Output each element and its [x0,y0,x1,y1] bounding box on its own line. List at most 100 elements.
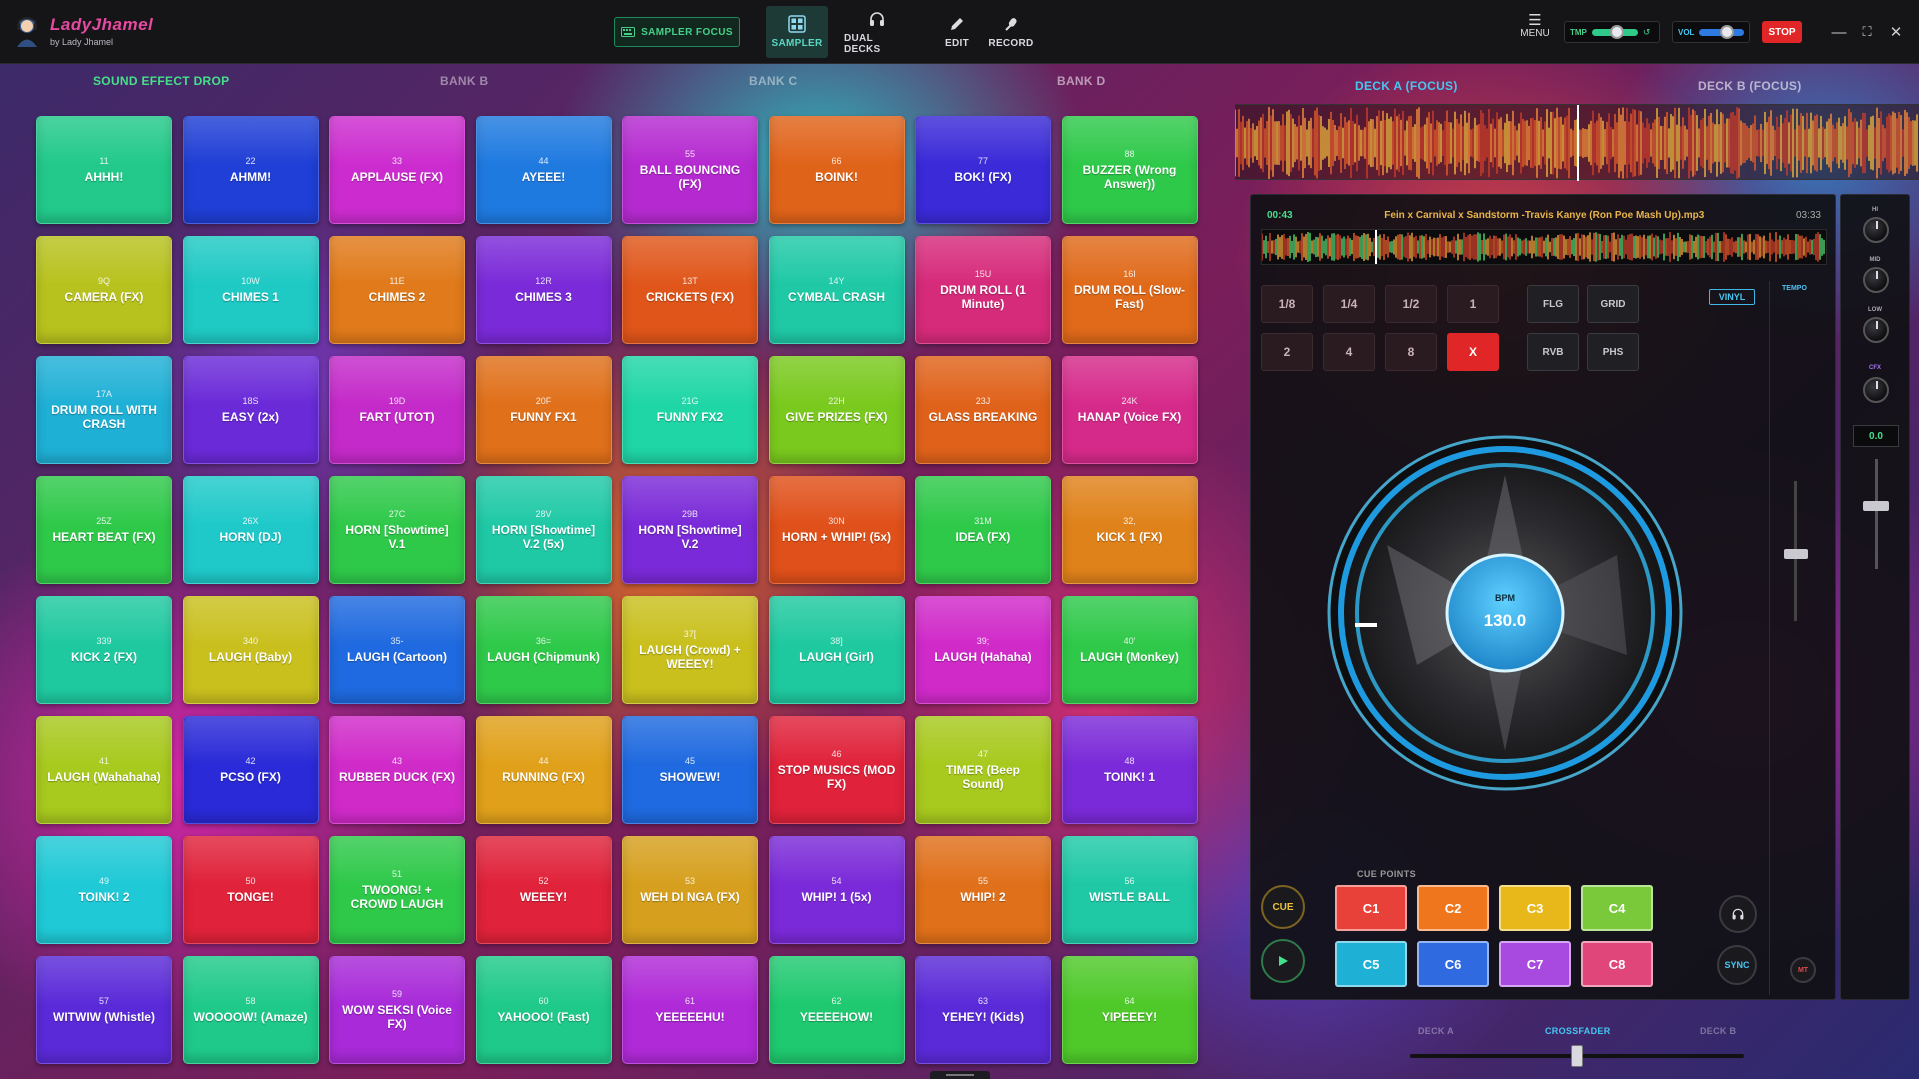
sample-pad[interactable]: 22 AHMM! [182,116,319,224]
sample-pad[interactable]: 51 TWOONG! + CROWD LAUGH [329,836,465,944]
sample-pad[interactable]: 20F FUNNY FX1 [475,356,612,464]
vol-knob[interactable] [1720,24,1735,39]
sample-pad[interactable]: 41 LAUGH (Wahahaha) [36,716,172,824]
tab-bank-b[interactable]: BANK B [440,74,488,88]
cue-point-c4-button[interactable]: C4 [1581,885,1653,931]
sample-pad[interactable]: 62 YEEEEHOW! [768,956,905,1064]
sample-pad[interactable]: 88 BUZZER (Wrong Answer)) [1061,116,1198,224]
sample-pad[interactable]: 11E CHIMES 2 [329,236,465,344]
sample-pad[interactable]: 66 BOINK! [768,116,905,224]
sample-pad[interactable]: 31M IDEA (FX) [915,476,1051,584]
sample-pad[interactable]: 11 AHHH! [36,116,172,224]
sample-pad[interactable]: 19D FART (UTOT) [329,356,465,464]
sample-pad[interactable]: 23J GLASS BREAKING [915,356,1051,464]
sample-pad[interactable]: 33 APPLAUSE (FX) [329,116,465,224]
sample-pad[interactable]: 52 WEEEY! [475,836,612,944]
panel-resize-handle[interactable] [930,1071,990,1079]
sample-pad[interactable]: 50 TONGE! [182,836,319,944]
sample-pad[interactable]: 57 WITWIW (Whistle) [36,956,172,1064]
tab-deck-a[interactable]: DECK A (FOCUS) [1355,79,1458,93]
sample-pad[interactable]: 77 BOK! (FX) [915,116,1051,224]
sample-pad[interactable]: 15U DRUM ROLL (1 Minute) [915,236,1051,344]
grid-button[interactable]: GRID [1587,285,1639,323]
sample-pad[interactable]: 44 RUNNING (FX) [475,716,612,824]
nav-edit[interactable]: EDIT [926,6,988,58]
cue-point-c8-button[interactable]: C8 [1581,941,1653,987]
sample-pad[interactable]: 36= LAUGH (Chipmunk) [475,596,612,704]
vol-track[interactable] [1699,24,1744,39]
sample-pad[interactable]: 37[LAUGH (Crowd) + WEEEY! [622,596,758,704]
sample-pad[interactable]: 54 WHIP! 1 (5x) [768,836,905,944]
sample-pad[interactable]: 55 BALL BOUNCING (FX) [622,116,758,224]
nav-record[interactable]: RECORD [980,6,1042,58]
sample-pad[interactable]: 56 WISTLE BALL [1061,836,1198,944]
sample-pad[interactable]: 39; LAUGH (Hahaha) [915,596,1051,704]
sample-pad[interactable]: 24K HANAP (Voice FX) [1061,356,1198,464]
sample-pad[interactable]: 22H GIVE PRIZES (FX) [768,356,905,464]
play-button[interactable] [1261,939,1305,983]
sample-pad[interactable]: 64 YIPEEEY! [1061,956,1198,1064]
sample-pad[interactable]: 13T CRICKETS (FX) [622,236,758,344]
tab-bank-c[interactable]: BANK C [749,74,797,88]
reset-icon[interactable]: ↺ [1643,27,1651,38]
sample-pad[interactable]: 9Q CAMERA (FX) [36,236,172,344]
sample-pad[interactable]: 59 WOW SEKSI (Voice FX) [329,956,465,1064]
cue-point-c3-button[interactable]: C3 [1499,885,1571,931]
fullscreen-icon[interactable]: ⛶ [1855,20,1879,44]
headphone-cue-button[interactable] [1719,895,1757,933]
sync-button[interactable]: SYNC [1717,945,1757,985]
nav-dual-decks[interactable]: DUAL DECKS [844,6,910,58]
cue-point-c7-button[interactable]: C7 [1499,941,1571,987]
tab-bank-a[interactable]: SOUND EFFECT DROP [93,74,229,88]
sample-pad[interactable]: 32, KICK 1 (FX) [1061,476,1198,584]
sample-pad[interactable]: 18S EASY (2x) [182,356,319,464]
cue-button[interactable]: CUE [1261,885,1305,929]
sample-pad[interactable]: 48 TOINK! 1 [1061,716,1198,824]
eq-mid-knob[interactable] [1863,267,1889,293]
tempo-slider-knob[interactable] [1784,549,1808,559]
sample-pad[interactable]: 35- LAUGH (Cartoon) [329,596,465,704]
cue-point-c5-button[interactable]: C5 [1335,941,1407,987]
sample-pad[interactable]: 58 WOOOOW! (Amaze) [182,956,319,1064]
sample-pad[interactable]: 30N HORN + WHIP! (5x) [768,476,905,584]
loop-4-button[interactable]: 4 [1323,333,1375,371]
tab-deck-b[interactable]: DECK B (FOCUS) [1698,79,1802,93]
close-icon[interactable]: ✕ [1884,20,1908,44]
loop-8-button[interactable]: 8 [1385,333,1437,371]
channel-volume-knob[interactable] [1863,501,1889,511]
nav-sampler[interactable]: SAMPLER [766,6,828,58]
sample-pad[interactable]: 339 KICK 2 (FX) [36,596,172,704]
sample-pad[interactable]: 43 RUBBER DUCK (FX) [329,716,465,824]
sample-pad[interactable]: 47 TIMER (Beep Sound) [915,716,1051,824]
sample-pad[interactable]: 10W CHIMES 1 [182,236,319,344]
sample-pad[interactable]: 49 TOINK! 2 [36,836,172,944]
reverb-button[interactable]: RVB [1527,333,1579,371]
loop-1-2-button[interactable]: 1/2 [1385,285,1437,323]
sample-pad[interactable]: 12R CHIMES 3 [475,236,612,344]
loop-exit-button[interactable]: X [1447,333,1499,371]
stop-button[interactable]: STOP [1762,21,1802,43]
minimize-icon[interactable]: — [1827,20,1851,44]
sample-pad[interactable]: 340 LAUGH (Baby) [182,596,319,704]
eq-low-knob[interactable] [1863,317,1889,343]
sample-pad[interactable]: 45 SHOWEW! [622,716,758,824]
sample-pad[interactable]: 14Y CYMBAL CRASH [768,236,905,344]
sample-pad[interactable]: 63 YEHEY! (Kids) [915,956,1051,1064]
loop-2-button[interactable]: 2 [1261,333,1313,371]
sample-pad[interactable]: 26X HORN (DJ) [182,476,319,584]
track-waveform[interactable] [1261,229,1827,265]
flanger-button[interactable]: FLG [1527,285,1579,323]
sample-pad[interactable]: 40' LAUGH (Monkey) [1061,596,1198,704]
tmp-knob[interactable] [1610,24,1625,39]
sample-pad[interactable]: 17A DRUM ROLL WITH CRASH [36,356,172,464]
loop-1-8-button[interactable]: 1/8 [1261,285,1313,323]
sample-pad[interactable]: 28V HORN [Showtime] V.2 (5x) [475,476,612,584]
sample-pad[interactable]: 27C HORN [Showtime] V.1 [329,476,465,584]
sample-pad[interactable]: 55 WHIP! 2 [915,836,1051,944]
tab-bank-d[interactable]: BANK D [1057,74,1105,88]
master-tempo-button[interactable]: MT [1790,957,1816,983]
sample-pad[interactable]: 60 YAHOOO! (Fast) [475,956,612,1064]
sample-pad[interactable]: 42 PCSO (FX) [182,716,319,824]
crossfader-knob[interactable] [1571,1045,1583,1067]
loop-1-4-button[interactable]: 1/4 [1323,285,1375,323]
